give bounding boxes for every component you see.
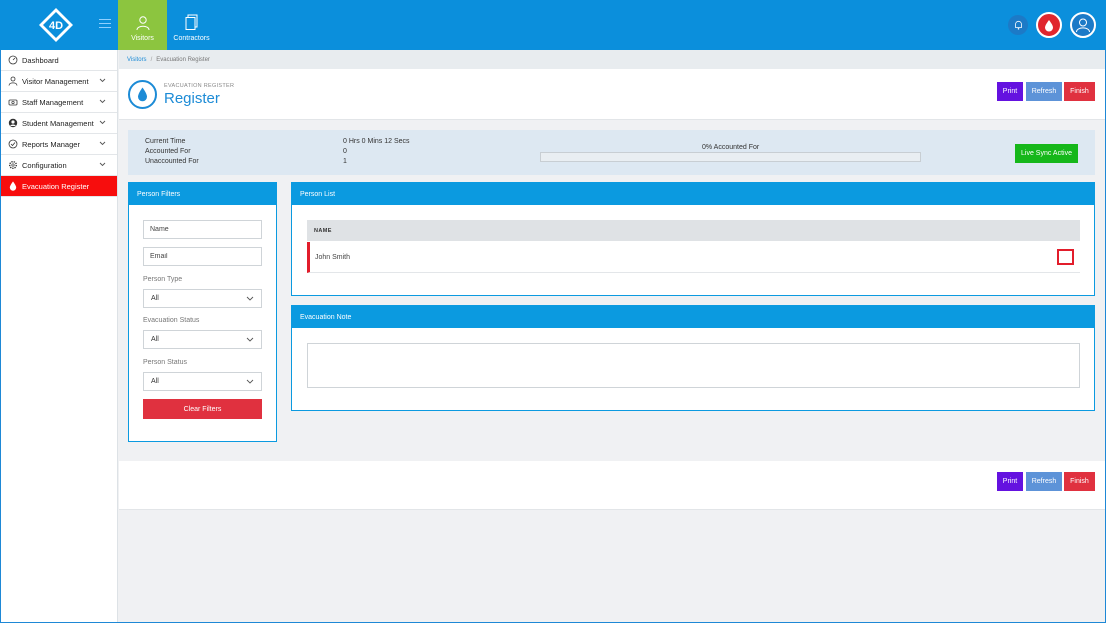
sidebar-item-label: Evacuation Register (22, 181, 90, 191)
current-time-label: Current Time (145, 138, 186, 145)
accounted-label: Accounted For (145, 148, 191, 155)
person-status-value: All (151, 378, 159, 385)
sidebar-item-label: Staff Management (22, 97, 84, 107)
person-type-value: All (151, 295, 159, 302)
logo-4d-icon[interactable]: 4D (38, 7, 74, 43)
user-avatar[interactable] (1070, 12, 1096, 38)
refresh-button[interactable]: Refresh (1026, 82, 1062, 101)
person-name: John Smith (315, 253, 351, 261)
sidebar-item-evacuation-register[interactable]: Evacuation Register (1, 176, 117, 197)
column-header-name: NAME (307, 220, 1080, 241)
name-filter-input[interactable] (143, 220, 262, 239)
page-subtitle: EVACUATION REGISTER (164, 83, 235, 89)
sidebar-item-label: Reports Manager (22, 139, 80, 149)
email-filter-input[interactable] (143, 247, 262, 266)
menu-toggle-icon[interactable] (99, 19, 111, 29)
person-type-select[interactable]: All (143, 289, 262, 308)
accounted-value: 0 (343, 148, 347, 155)
sidebar-item-visitor-management[interactable]: Visitor Management (1, 71, 117, 92)
live-sync-button[interactable]: Live Sync Active (1015, 144, 1078, 163)
table-row[interactable]: John Smith (307, 242, 1080, 273)
visitor-icon (136, 16, 149, 31)
person-filters-title: Person Filters (129, 183, 276, 205)
chevron-down-icon (99, 120, 106, 125)
drop-icon (1045, 19, 1053, 31)
sidebar-item-label: Configuration (22, 160, 67, 170)
evacuation-page-icon (128, 80, 157, 109)
current-time-value: 0 Hrs 0 Mins 12 Secs (343, 138, 410, 145)
evacuation-note-textarea[interactable] (307, 343, 1080, 388)
bell-icon (1014, 20, 1022, 30)
evacuation-alert-button[interactable] (1036, 12, 1062, 38)
breadcrumb: Visitors / Evacuation Register (119, 50, 1105, 69)
chevron-down-icon (99, 162, 106, 167)
svg-text:4D: 4D (49, 20, 63, 32)
finish-button[interactable]: Finish (1064, 82, 1095, 101)
sidebar-item-label: Visitor Management (22, 76, 89, 86)
sidebar-item-label: Dashboard (22, 55, 59, 65)
footer-actions: Print Refresh Finish (119, 461, 1105, 510)
topnav-contractors[interactable]: Contractors (167, 0, 216, 50)
topnav-contractors-label: Contractors (173, 35, 210, 42)
chevron-down-icon (246, 296, 254, 301)
chevron-down-icon (99, 99, 106, 104)
person-filters-panel: Person Filters Person Type All Evacuatio… (128, 182, 277, 442)
drop-icon (9, 181, 17, 191)
drop-icon (138, 87, 147, 102)
student-icon (8, 118, 18, 128)
person-icon (8, 76, 18, 86)
topnav-visitors[interactable]: Visitors (118, 0, 167, 50)
reports-icon (8, 139, 18, 149)
top-right-actions (1008, 12, 1096, 38)
print-button[interactable]: Print (997, 82, 1023, 101)
person-list-title: Person List (292, 183, 1094, 205)
dashboard-icon (8, 55, 18, 65)
person-type-label: Person Type (143, 276, 183, 283)
page-header: EVACUATION REGISTER Register Print Refre… (119, 69, 1105, 120)
person-status-label: Person Status (143, 359, 187, 366)
evacuation-note-panel: Evacuation Note (291, 305, 1095, 411)
sidebar-item-configuration[interactable]: Configuration (1, 155, 117, 176)
person-status-select[interactable]: All (143, 372, 262, 391)
chevron-down-icon (246, 379, 254, 384)
clear-filters-button[interactable]: Clear Filters (143, 399, 262, 419)
gear-icon (9, 161, 17, 169)
chevron-down-icon (246, 337, 254, 342)
sidebar: Dashboard Visitor Management Staff Manag… (1, 50, 118, 622)
accounted-progress-bar (540, 152, 921, 162)
accounted-checkbox[interactable] (1057, 249, 1074, 265)
progress-text: 0% Accounted For (702, 144, 760, 151)
top-nav: Visitors Contractors (118, 0, 216, 50)
page-title: Register (164, 90, 220, 107)
sidebar-item-staff-management[interactable]: Staff Management (1, 92, 117, 113)
evacuation-stats: Current Time 0 Hrs 0 Mins 12 Secs Accoun… (128, 130, 1095, 175)
chevron-down-icon (99, 78, 106, 83)
chevron-down-icon (99, 141, 106, 146)
sidebar-item-reports-manager[interactable]: Reports Manager (1, 134, 117, 155)
sidebar-item-student-management[interactable]: Student Management (1, 113, 117, 134)
unaccounted-label: Unaccounted For (145, 158, 199, 165)
person-list-panel: Person List NAME John Smith (291, 182, 1095, 296)
notification-button[interactable] (1008, 15, 1028, 35)
breadcrumb-current: Evacuation Register (156, 56, 210, 63)
evacuation-status-value: All (151, 336, 159, 343)
evacuation-status-select[interactable]: All (143, 330, 262, 349)
refresh-button-bottom[interactable]: Refresh (1026, 472, 1062, 491)
unaccounted-value: 1 (343, 158, 347, 165)
sidebar-item-dashboard[interactable]: Dashboard (1, 50, 117, 71)
evacuation-status-label: Evacuation Status (143, 317, 200, 324)
finish-button-bottom[interactable]: Finish (1064, 472, 1095, 491)
sidebar-item-label: Student Management (22, 118, 94, 128)
evacuation-note-title: Evacuation Note (292, 306, 1094, 328)
user-icon (1076, 18, 1090, 33)
topnav-visitors-label: Visitors (131, 35, 154, 42)
print-button-bottom[interactable]: Print (997, 472, 1023, 491)
staff-icon (8, 99, 18, 106)
breadcrumb-separator: / (150, 56, 153, 63)
breadcrumb-link-visitors[interactable]: Visitors (127, 57, 147, 63)
document-icon (185, 14, 197, 30)
top-bar: 4D Visitors Contractors (0, 0, 1106, 50)
